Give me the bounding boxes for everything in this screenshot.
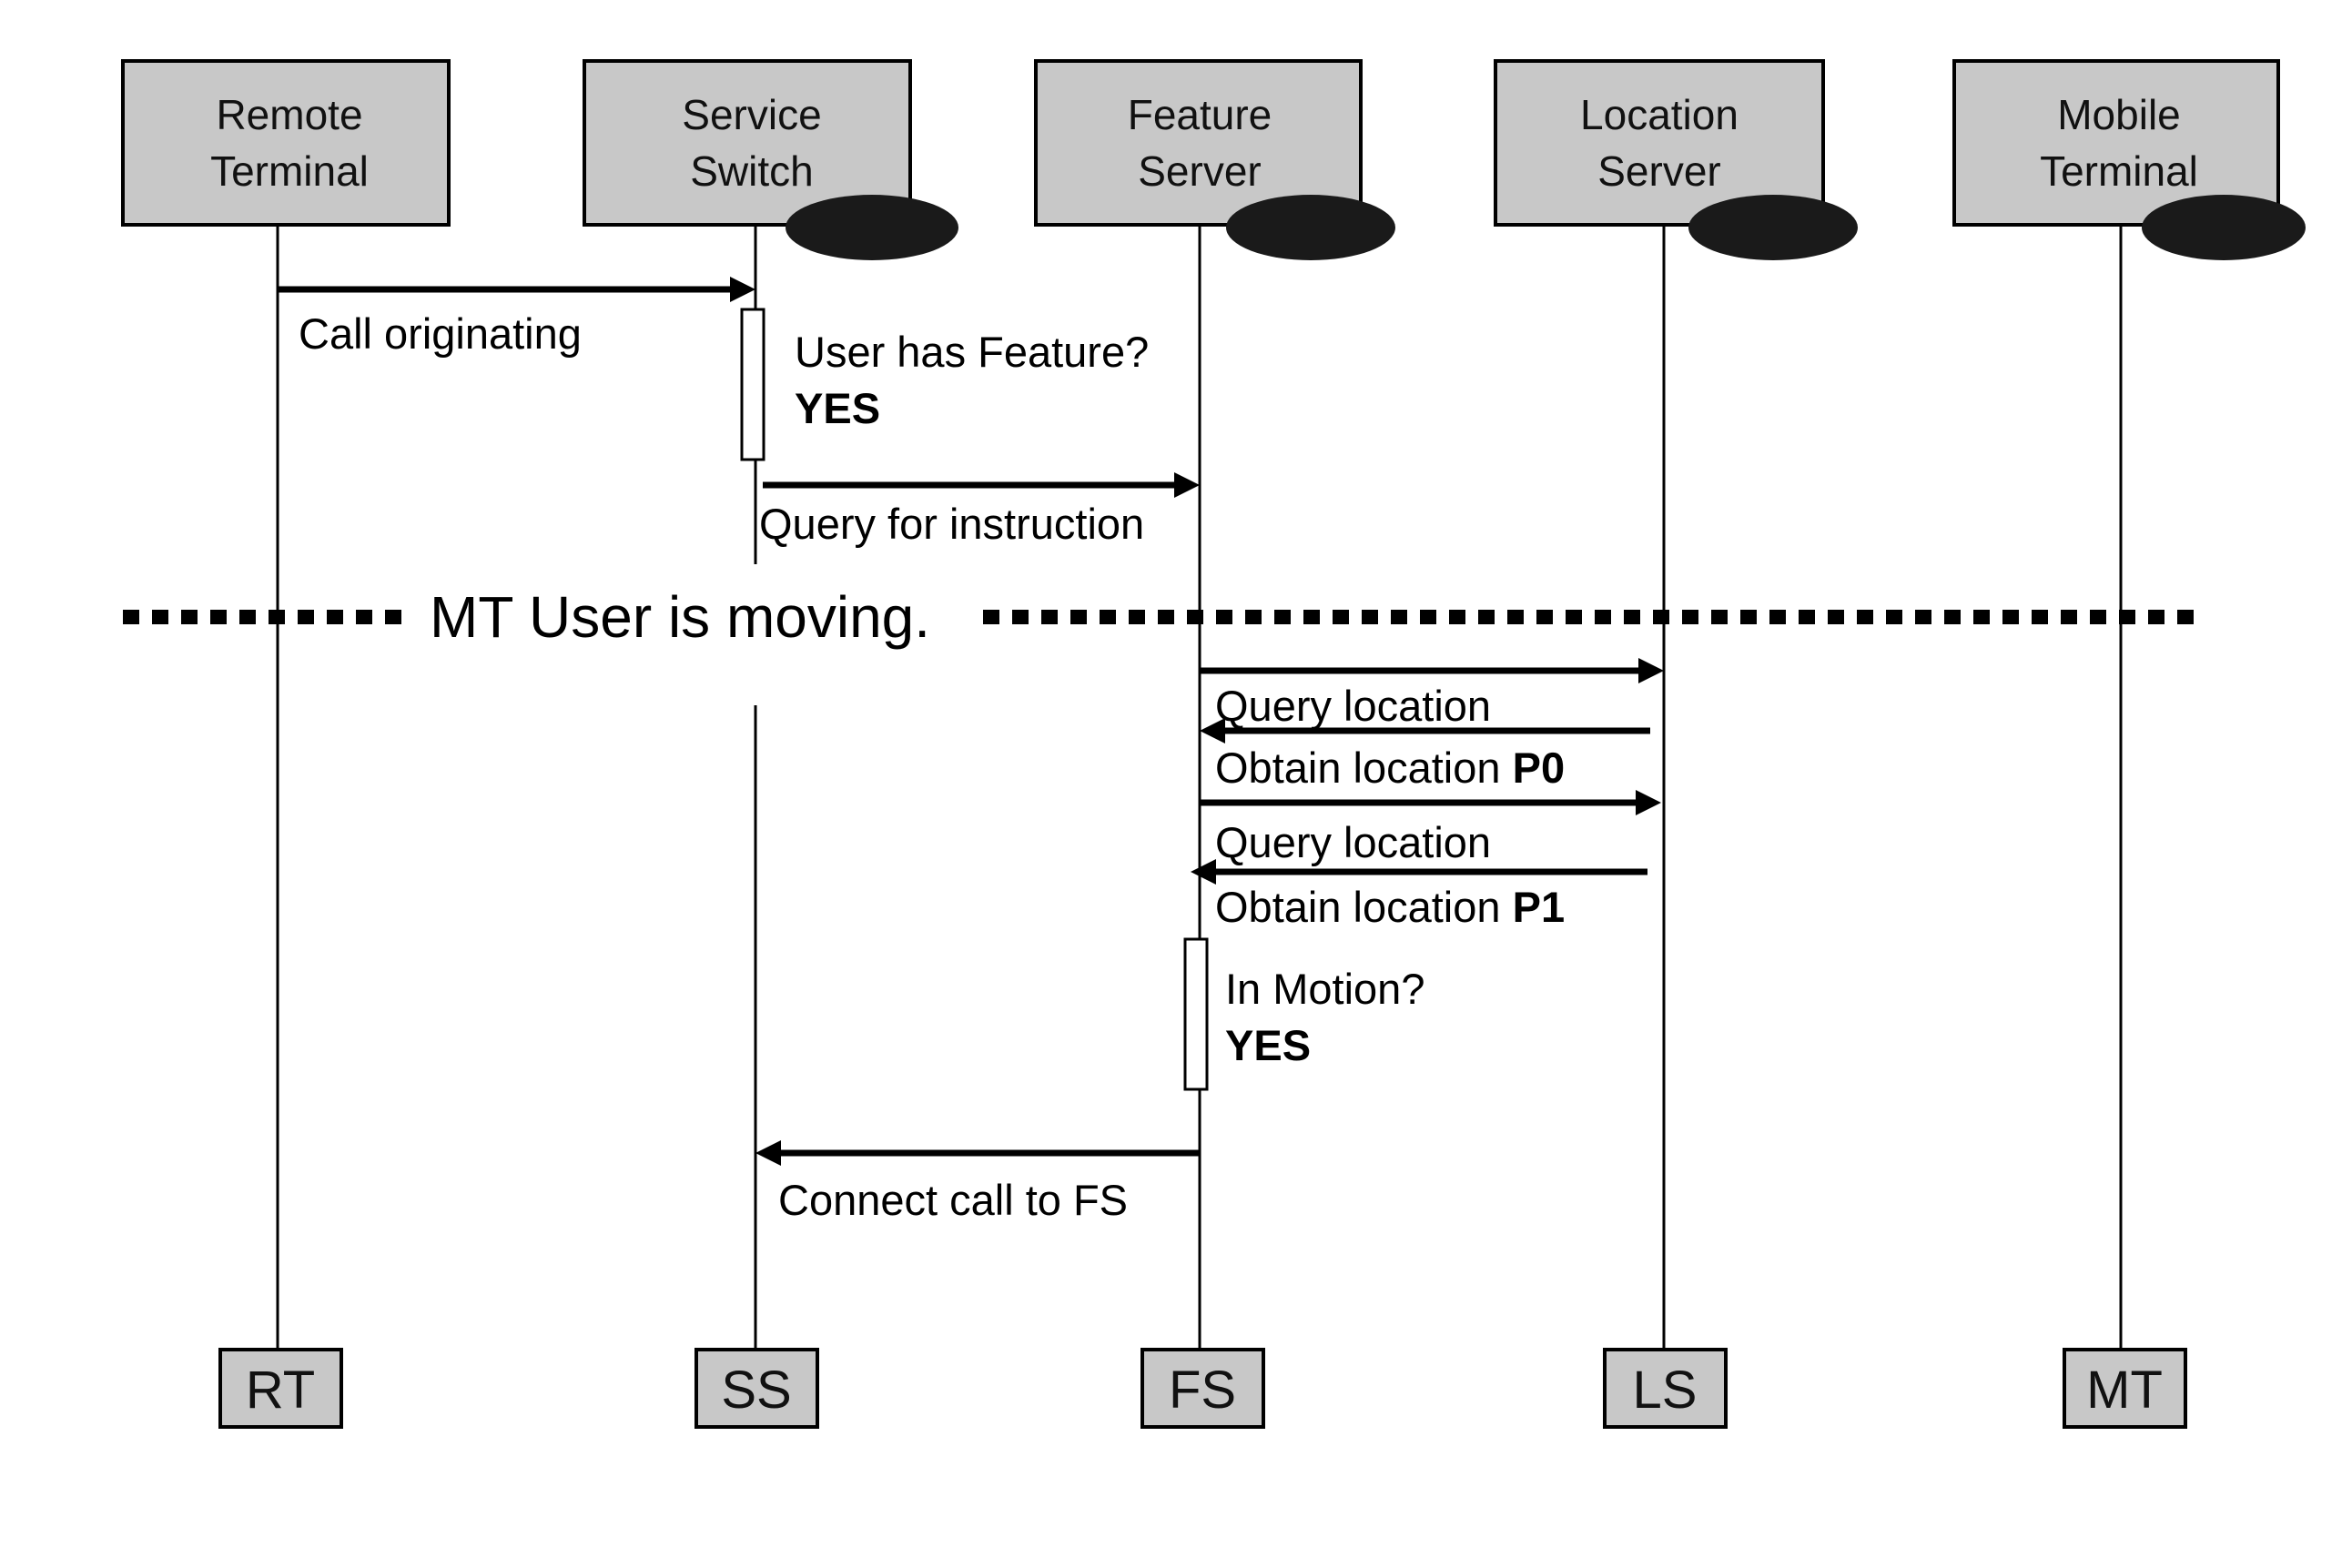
participant-rt-footer: RT xyxy=(218,1348,343,1429)
participant-fs-footer: FS xyxy=(1141,1348,1265,1429)
participant-fs: Feature Server xyxy=(1034,59,1395,260)
participant-mt-short: MT xyxy=(2086,1361,2163,1420)
activation-ss-answer: YES xyxy=(795,384,880,432)
participant-ss-short: SS xyxy=(721,1361,791,1420)
participant-ls-line2: Server xyxy=(1597,147,1720,195)
participant-ss-footer: SS xyxy=(694,1348,819,1429)
participant-rt-line1: Remote xyxy=(216,91,362,138)
participant-ls-footer: LS xyxy=(1603,1348,1728,1429)
activation-fs xyxy=(1183,937,1209,1091)
message-label: Obtain location P1 xyxy=(1215,883,1565,931)
message-label: Connect call to FS xyxy=(778,1176,1128,1224)
message-call-originating: Call originating xyxy=(278,277,755,358)
participant-ss-line1: Service xyxy=(682,91,821,138)
separator-mt-moving: MT User is moving. xyxy=(123,584,2194,650)
activation-ss xyxy=(740,308,765,461)
message-label: Obtain location P0 xyxy=(1215,744,1565,792)
participant-ls-badge xyxy=(1688,195,1858,260)
participant-mt-line2: Terminal xyxy=(2040,147,2198,195)
participant-fs-line2: Server xyxy=(1138,147,1261,195)
participant-mt: Mobile Terminal xyxy=(1952,59,2306,260)
activation-fs-answer: YES xyxy=(1225,1021,1311,1069)
message-query-for-instruction: Query for instruction xyxy=(759,472,1200,548)
participant-ls: Location Server xyxy=(1494,59,1858,260)
message-query-location-2: Query location xyxy=(1200,790,1661,866)
activation-ss-question: User has Feature? xyxy=(795,328,1149,376)
participant-ls-short: LS xyxy=(1633,1361,1698,1420)
participant-rt: Remote Terminal xyxy=(121,59,451,227)
participant-fs-badge xyxy=(1226,195,1395,260)
message-label: Call originating xyxy=(299,309,582,358)
participant-fs-line1: Feature xyxy=(1128,91,1272,138)
participant-ls-line1: Location xyxy=(1580,91,1739,138)
participant-mt-badge xyxy=(2142,195,2306,260)
message-label: Query location xyxy=(1215,818,1491,866)
message-label: Query for instruction xyxy=(759,500,1144,548)
participant-rt-short: RT xyxy=(246,1361,315,1420)
message-label: Query location xyxy=(1215,682,1491,730)
participant-ss-badge xyxy=(786,195,958,260)
message-query-location-1: Query location xyxy=(1200,658,1664,730)
message-connect-call-to-fs: Connect call to FS xyxy=(755,1140,1200,1224)
participant-fs-short: FS xyxy=(1169,1361,1236,1420)
participant-rt-line2: Terminal xyxy=(210,147,369,195)
participant-mt-line1: Mobile xyxy=(2057,91,2181,138)
participant-ss-line2: Switch xyxy=(690,147,813,195)
separator-label: MT User is moving. xyxy=(430,584,930,650)
activation-fs-question: In Motion? xyxy=(1225,965,1424,1013)
participant-ss: Service Switch xyxy=(583,59,958,260)
sequence-diagram: Remote Terminal Service Switch Feature S… xyxy=(121,59,2306,1429)
participant-mt-footer: MT xyxy=(2063,1348,2187,1429)
message-obtain-location-p0: Obtain location P0 xyxy=(1200,718,1650,792)
message-obtain-location-p1: Obtain location P1 xyxy=(1191,859,1647,931)
